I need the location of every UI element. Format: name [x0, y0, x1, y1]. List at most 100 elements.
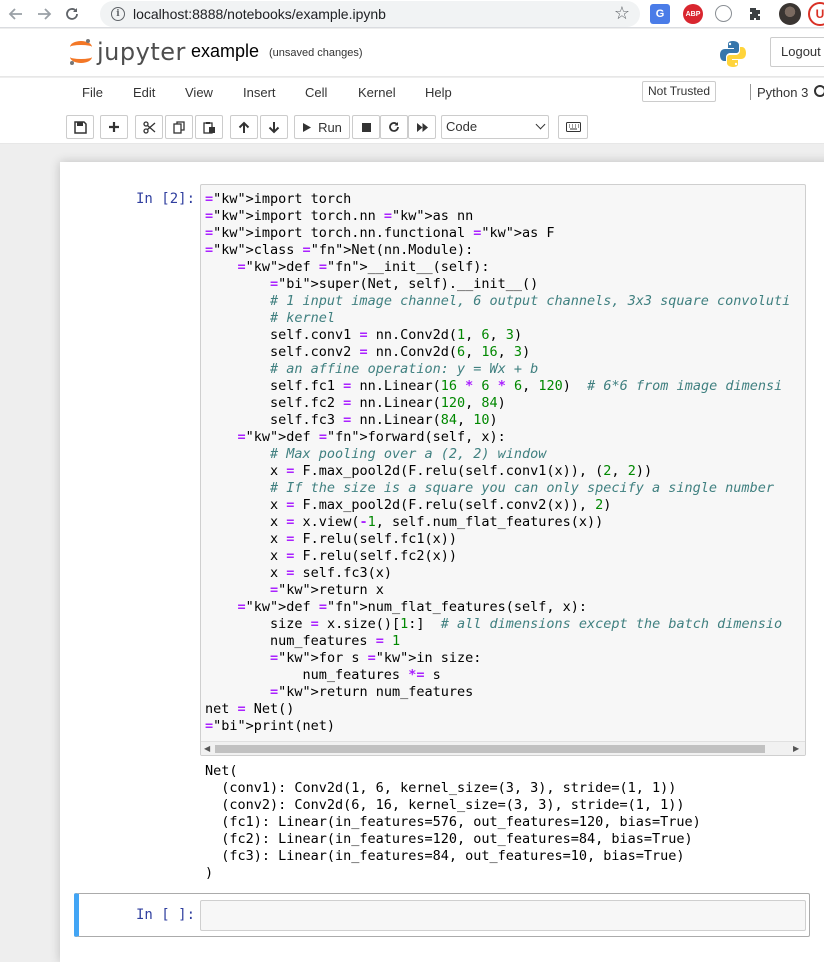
extensions-puzzle-icon[interactable] [746, 4, 766, 24]
code-line: ="kw">import torch.nn ="kw">as nn [205, 208, 474, 224]
arrow-left-icon [8, 7, 22, 20]
notebook-name[interactable]: example [191, 41, 259, 62]
menu-help[interactable]: Help [425, 85, 452, 100]
paste-icon [202, 121, 215, 134]
menu-cell[interactable]: Cell [305, 85, 327, 100]
arrow-up-icon [238, 121, 250, 133]
code-line: num_features *= s [205, 667, 441, 683]
interrupt-button[interactable] [352, 115, 380, 139]
save-icon [73, 120, 87, 134]
code-line: # If the size is a square you can only s… [270, 480, 774, 496]
url-text: localhost:8888/notebooks/example.ipynb [133, 6, 386, 22]
menu-view[interactable]: View [185, 85, 213, 100]
move-up-button[interactable] [230, 115, 258, 139]
insert-cell-button[interactable] [100, 115, 128, 139]
code-line: x = x.view(-1, self.num_flat_features(x)… [205, 514, 604, 530]
trust-indicator[interactable]: Not Trusted [642, 81, 717, 102]
cell-type-select[interactable]: Code [441, 115, 549, 139]
code-line: ="kw">def ="fn">__init__(self): [237, 259, 490, 275]
logout-button[interactable]: Logout [770, 37, 824, 67]
copy-button[interactable] [165, 115, 193, 139]
scrollbar-thumb[interactable] [215, 745, 765, 753]
bookmark-star-icon[interactable]: ☆ [614, 3, 630, 24]
code-line: ="kw">for s ="kw">in size: [270, 650, 482, 666]
arrow-right-icon [38, 7, 52, 20]
cut-button[interactable] [135, 115, 163, 139]
jupyter-header: jupyter example (unsaved changes) Logout [0, 29, 824, 77]
move-down-button[interactable] [260, 115, 288, 139]
code-line: ="kw">return num_features [270, 684, 474, 700]
reload-button[interactable] [60, 2, 84, 26]
horizontal-scrollbar[interactable]: ◀ ▶ [201, 741, 805, 755]
menubar: File Edit View Insert Cell Kernel Help N… [0, 78, 824, 108]
globe-extension-icon[interactable] [715, 5, 732, 22]
notebook-toolbar: Run Code [0, 108, 824, 144]
info-icon[interactable]: i [111, 7, 125, 21]
code-line: self.fc3 = nn.Linear(84, 10) [205, 412, 498, 428]
run-label: Run [318, 119, 342, 135]
address-bar[interactable]: i localhost:8888/notebooks/example.ipynb… [100, 1, 640, 27]
code-line: self.fc1 = nn.Linear(16 * 6 * 6, 120) # … [205, 378, 783, 394]
adblock-extension-icon[interactable]: ABP [683, 4, 703, 24]
code-line: # an affine operation: y = Wx + b [270, 361, 539, 377]
cell-1-prompt: In [2]: [136, 191, 196, 207]
menu-file[interactable]: File [82, 85, 103, 100]
code-line: x = self.fc3(x) [205, 565, 392, 581]
restart-run-all-button[interactable] [408, 115, 436, 139]
code-line: # 1 input image channel, 6 output channe… [270, 293, 791, 309]
output-line: (fc1): Linear(in_features=576, out_featu… [205, 814, 701, 830]
translate-extension-icon[interactable]: G [650, 4, 670, 24]
back-button[interactable] [4, 2, 28, 26]
code-line: ="bi">print(net) [205, 718, 336, 734]
code-line: x = F.relu(self.fc1(x)) [205, 531, 457, 547]
cell-2-prompt: In [ ]: [136, 907, 196, 923]
command-palette-button[interactable] [558, 115, 588, 139]
cell-1-output: Net( (conv1): Conv2d(1, 6, kernel_size=(… [205, 763, 701, 882]
code-line: x = F.max_pool2d(F.relu(self.conv2(x)), … [205, 497, 612, 513]
code-line: ="kw">import torch.nn.functional ="kw">a… [205, 225, 555, 241]
output-line: (fc3): Linear(in_features=84, out_featur… [205, 848, 685, 864]
code-line: self.conv2 = nn.Conv2d(6, 16, 3) [205, 344, 531, 360]
code-line: # Max pooling over a (2, 2) window [270, 446, 547, 462]
chevron-down-icon [535, 119, 546, 130]
jupyter-logo-icon [70, 39, 92, 65]
output-line: (conv1): Conv2d(1, 6, kernel_size=(3, 3)… [205, 780, 677, 796]
code-line: # kernel [270, 310, 336, 326]
account-avatar[interactable] [779, 3, 801, 25]
code-line: ="kw">import torch [205, 191, 352, 207]
save-button[interactable] [66, 115, 94, 139]
cell-2-input[interactable] [200, 900, 806, 931]
menu-insert[interactable]: Insert [243, 85, 276, 100]
scroll-left-icon[interactable]: ◀ [204, 744, 210, 753]
code-editor[interactable]: ="kw">import torch ="kw">import torch.nn … [205, 191, 790, 735]
menu-edit[interactable]: Edit [133, 85, 155, 100]
jupyter-logo[interactable]: jupyter [70, 38, 186, 66]
restart-icon [389, 122, 399, 132]
puzzle-icon [750, 8, 760, 20]
code-line: ="kw">def ="fn">forward(self, x): [237, 429, 506, 445]
scroll-right-icon[interactable]: ▶ [793, 744, 799, 753]
cell-1-input[interactable]: ="kw">import torch ="kw">import torch.nn … [200, 184, 806, 756]
restart-button[interactable] [380, 115, 408, 139]
code-line: ="kw">return x [270, 582, 384, 598]
code-line: ="bi">super(Net, self).__init__() [270, 276, 539, 292]
code-line: size = x.size()[1:] # all dimensions exc… [205, 616, 783, 632]
output-line: ) [205, 865, 214, 881]
fast-forward-icon [416, 122, 428, 132]
code-line: ="kw">def ="fn">num_flat_features(self, … [237, 599, 588, 615]
code-line: net = Net() [205, 701, 295, 717]
code-line: ="kw">class ="fn">Net(nn.Module): [205, 242, 474, 258]
code-line: num_features = 1 [205, 633, 401, 649]
menu-kernel[interactable]: Kernel [358, 85, 396, 100]
run-button[interactable]: Run [294, 115, 350, 139]
output-line: (fc2): Linear(in_features=120, out_featu… [205, 831, 693, 847]
forward-button[interactable] [32, 2, 56, 26]
code-line: x = F.max_pool2d(F.relu(self.conv1(x)), … [205, 463, 653, 479]
code-line: self.fc2 = nn.Linear(120, 84) [205, 395, 506, 411]
cell-type-value: Code [446, 119, 478, 134]
paste-button[interactable] [195, 115, 223, 139]
code-line: x = F.relu(self.fc2(x)) [205, 548, 457, 564]
output-line: (conv2): Conv2d(6, 16, kernel_size=(3, 3… [205, 797, 685, 813]
browser-toolbar: i localhost:8888/notebooks/example.ipynb… [0, 0, 824, 28]
profile-button[interactable]: U [808, 2, 824, 26]
